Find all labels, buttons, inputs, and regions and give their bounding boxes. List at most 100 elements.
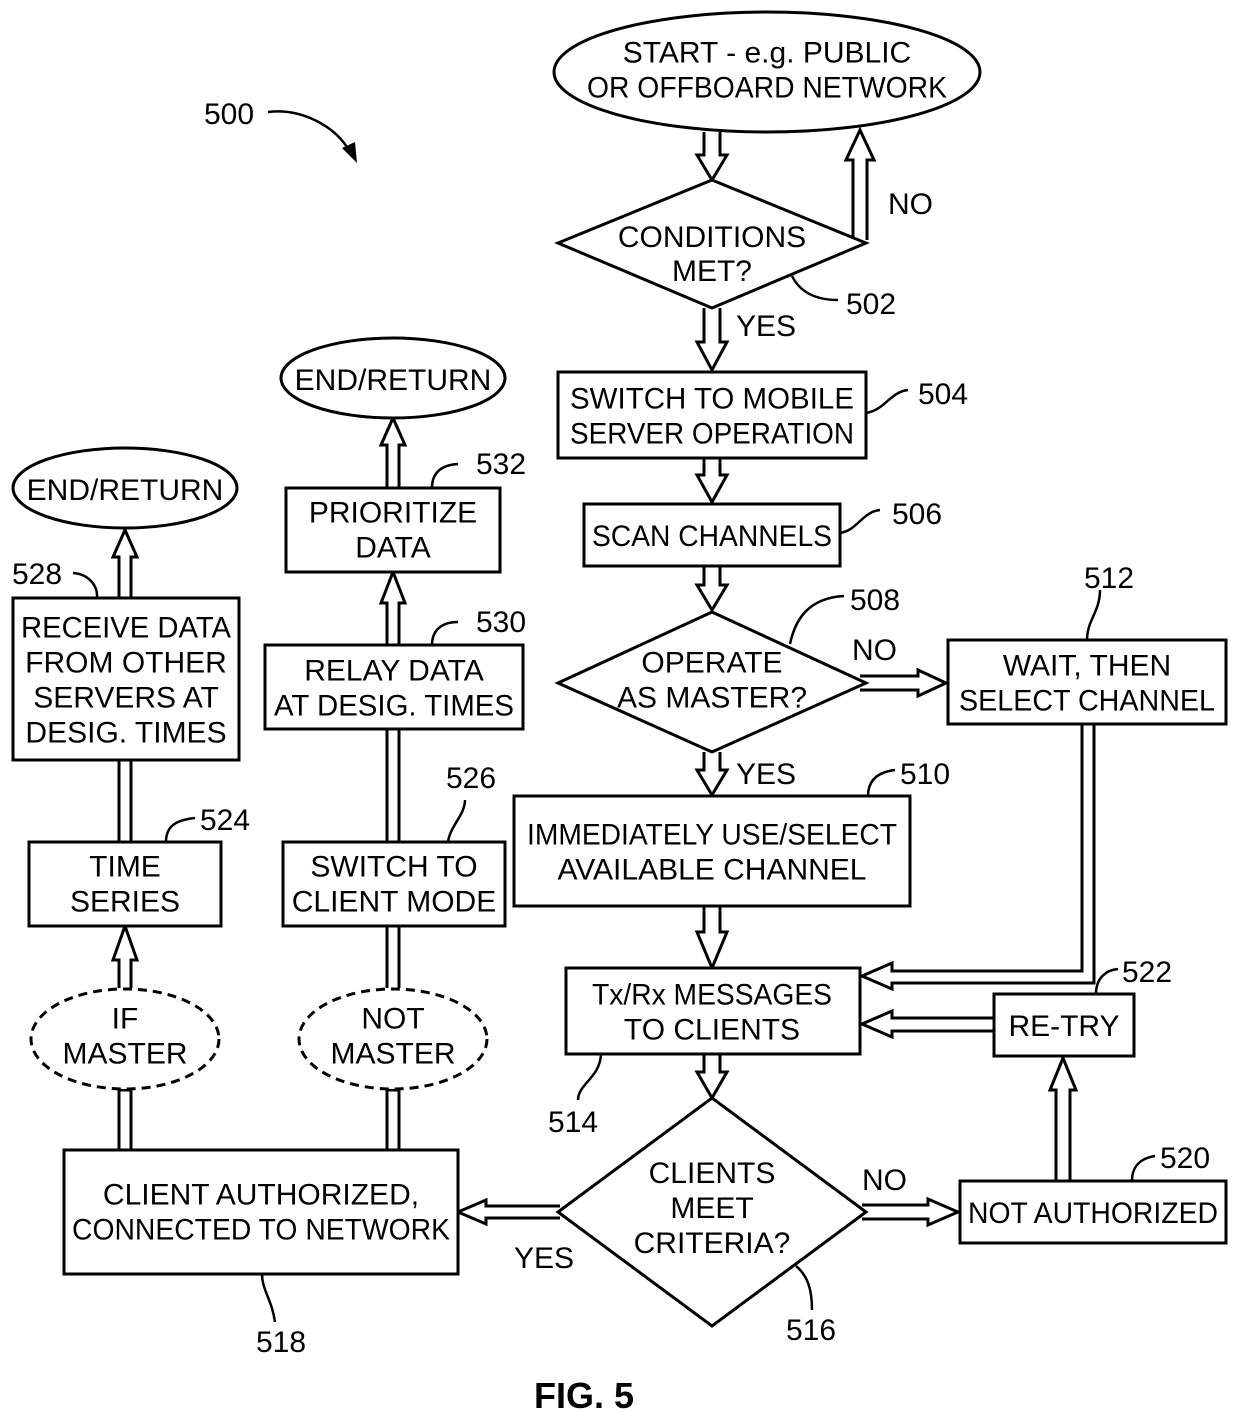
ref-518: 518 xyxy=(256,1326,306,1359)
node-start-label-line: START - e.g. PUBLIC xyxy=(623,37,911,70)
arrow-528-to-end-left xyxy=(110,526,140,598)
leader-514 xyxy=(576,1053,603,1101)
leader-512 xyxy=(1085,589,1102,641)
line-not-master-to-526 xyxy=(385,924,401,988)
node-532-label-line: PRIORITIZE xyxy=(309,497,477,530)
leader-520 xyxy=(1130,1154,1156,1182)
node-516-label-line: MEET xyxy=(670,1192,753,1225)
node-526-label-line: CLIENT MODE xyxy=(292,886,496,919)
node-528-label-line: DESIG. TIMES xyxy=(25,717,226,750)
node-520-label-line: NOT AUTHORIZED xyxy=(968,1197,1218,1230)
ref-516: 516 xyxy=(786,1314,836,1347)
node-504-label-line: SWITCH TO MOBILE xyxy=(570,383,854,416)
leader-504 xyxy=(865,388,909,415)
node-not-master-label-line: NOT xyxy=(361,1003,424,1036)
edge-label-508-no: NO xyxy=(852,634,897,667)
node-502-label-line: CONDITIONS xyxy=(618,221,806,254)
arrow-506-to-508 xyxy=(694,566,730,613)
arrow-508-yes-to-510 xyxy=(694,752,730,798)
arrow-516-no-to-520 xyxy=(862,1196,962,1228)
node-514-label-line: TO CLIENTS xyxy=(624,1014,800,1047)
arrow-if-master-to-524 xyxy=(110,921,140,988)
ref-522: 522 xyxy=(1122,956,1172,989)
line-518-to-not-master xyxy=(385,1088,401,1150)
node-516-label-line: CLIENTS xyxy=(649,1157,776,1190)
node-516-label-line: CRITERIA? xyxy=(634,1227,791,1260)
node-528-label-line: SERVERS AT xyxy=(33,682,219,715)
leader-502 xyxy=(790,275,839,302)
node-522-label: RE-TRY xyxy=(1008,1010,1119,1043)
node-530-label-line: RELAY DATA xyxy=(304,655,484,688)
node-510-label-line: AVAILABLE CHANNEL xyxy=(557,854,866,887)
node-520-label: NOT AUTHORIZED xyxy=(968,1197,1218,1230)
leader-524 xyxy=(164,816,196,843)
node-start-label-line: OR OFFBOARD NETWORK xyxy=(587,72,947,105)
leader-500 xyxy=(267,110,352,153)
node-518-label-line: CLIENT AUTHORIZED, xyxy=(103,1179,419,1212)
node-512-label-line: SELECT CHANNEL xyxy=(959,685,1215,718)
node-end-left-label-line: END/RETURN xyxy=(27,474,224,507)
ref-512: 512 xyxy=(1084,562,1134,595)
arrow-start-to-502 xyxy=(694,132,730,183)
ref-514: 514 xyxy=(548,1106,598,1139)
flowchart-canvas: START - e.g. PUBLIC OR OFFBOARD NETWORK CO… xyxy=(11,10,1228,1416)
leader-508 xyxy=(788,594,845,645)
arrow-516-yes-to-518 xyxy=(454,1197,560,1227)
edge-label-502-no: NO xyxy=(888,188,933,221)
ref-532: 532 xyxy=(476,448,526,481)
node-522-label-line: RE-TRY xyxy=(1008,1010,1119,1043)
arrow-508-no-to-512 xyxy=(860,667,950,699)
arrow-504-to-506 xyxy=(694,458,730,506)
ref-506: 506 xyxy=(892,498,942,531)
node-end-mid-label-line: END/RETURN xyxy=(295,364,492,397)
node-508-label-line: AS MASTER? xyxy=(617,682,807,715)
flowchart-figure: START - e.g. PUBLIC OR OFFBOARD NETWORK CO… xyxy=(0,0,1240,1422)
edge-label-502-yes: YES xyxy=(736,310,796,343)
arrow-514-to-516 xyxy=(694,1054,730,1102)
node-518-shape xyxy=(62,1148,460,1276)
arrow-522-to-514 xyxy=(858,1008,994,1040)
node-if-master-label-line: MASTER xyxy=(62,1038,187,1071)
arrow-502-yes-to-504 xyxy=(694,308,730,374)
ref-524: 524 xyxy=(200,804,250,837)
edge-label-516-no: NO xyxy=(862,1164,907,1197)
node-end-mid-label: END/RETURN xyxy=(295,364,492,397)
line-518-to-if-master xyxy=(117,1088,133,1150)
ref-528: 528 xyxy=(12,558,62,591)
node-524-label-line: SERIES xyxy=(70,886,180,919)
ref-520: 520 xyxy=(1160,1142,1210,1175)
leader-532 xyxy=(430,462,459,489)
arrow-530-to-532 xyxy=(378,567,408,645)
leader-530 xyxy=(430,620,459,646)
node-506-label: SCAN CHANNELS xyxy=(592,520,832,553)
node-524-label-line: TIME xyxy=(89,851,161,884)
ref-530: 530 xyxy=(476,606,526,639)
node-end-left-label: END/RETURN xyxy=(27,474,224,507)
node-if-master-label-line: IF xyxy=(112,1003,139,1036)
node-506-label-line: SCAN CHANNELS xyxy=(592,520,832,553)
node-518-label-line: CONNECTED TO NETWORK xyxy=(72,1214,450,1247)
node-526-label-line: SWITCH TO xyxy=(310,851,477,884)
arrow-532-to-end-mid xyxy=(378,414,408,488)
node-502-label-line: MET? xyxy=(672,255,752,288)
arrow-510-to-514 xyxy=(694,906,730,972)
node-not-master-label-line: MASTER xyxy=(330,1038,455,1071)
node-510-label-line: IMMEDIATELY USE/SELECT xyxy=(527,819,897,852)
edge-label-516-yes: YES xyxy=(514,1242,574,1275)
edge-label-508-yes: YES xyxy=(736,758,796,791)
ref-502: 502 xyxy=(846,288,896,321)
node-528-label-line: FROM OTHER xyxy=(25,647,227,680)
node-528-label-line: RECEIVE DATA xyxy=(21,612,231,645)
arrow-502-no-to-start xyxy=(843,126,877,240)
leader-526 xyxy=(446,799,467,843)
ref-504: 504 xyxy=(918,378,968,411)
node-504-label-line: SERVER OPERATION xyxy=(570,418,854,451)
node-530-label-line: AT DESIG. TIMES xyxy=(274,690,514,723)
node-514-label-line: Tx/Rx MESSAGES xyxy=(592,979,832,1012)
leader-518 xyxy=(260,1273,277,1323)
ref-526: 526 xyxy=(446,762,496,795)
node-532-label-line: DATA xyxy=(355,532,431,565)
node-512-label-line: WAIT, THEN xyxy=(1003,650,1171,683)
leader-522 xyxy=(1094,967,1119,995)
ref-508: 508 xyxy=(850,584,900,617)
